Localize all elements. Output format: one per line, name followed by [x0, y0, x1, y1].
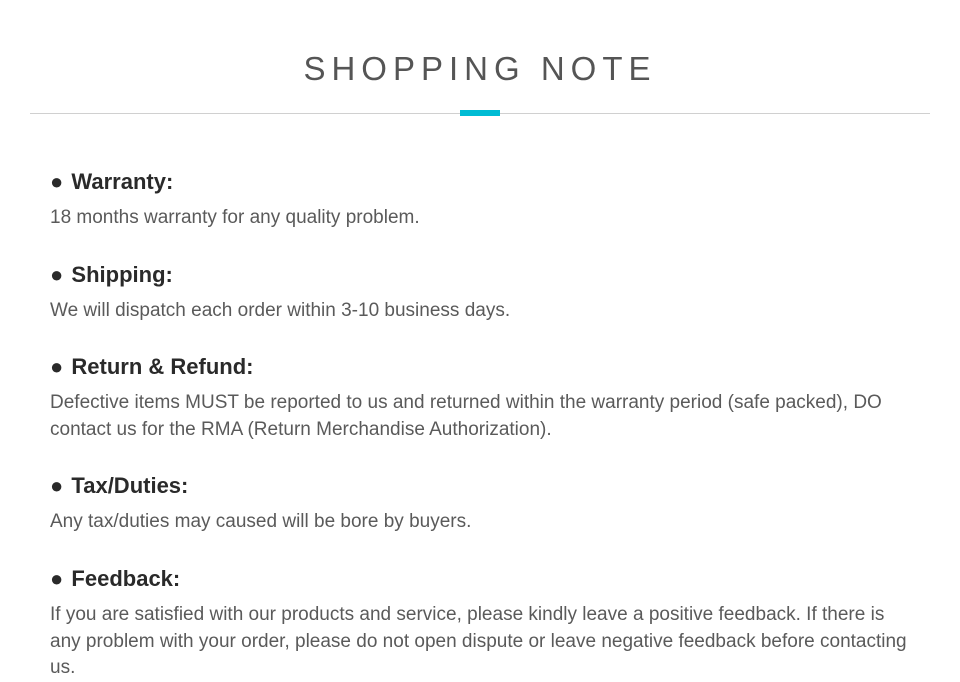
- note-heading: ● Shipping:: [50, 262, 910, 288]
- divider-line: [30, 113, 930, 114]
- note-heading: ● Return & Refund:: [50, 354, 910, 380]
- heading-text: Warranty:: [71, 169, 173, 194]
- header-section: SHOPPING NOTE: [30, 0, 930, 114]
- note-tax-duties: ● Tax/Duties: Any tax/duties may caused …: [50, 473, 910, 536]
- note-heading: ● Feedback:: [50, 566, 910, 592]
- content-area: ● Warranty: 18 months warranty for any q…: [30, 114, 930, 682]
- note-body: 18 months warranty for any quality probl…: [50, 205, 910, 232]
- note-heading: ● Warranty:: [50, 169, 910, 195]
- heading-text: Shipping:: [71, 262, 172, 287]
- bullet-icon: ●: [50, 262, 63, 287]
- note-heading: ● Tax/Duties:: [50, 473, 910, 499]
- note-feedback: ● Feedback: If you are satisfied with ou…: [50, 566, 910, 682]
- note-warranty: ● Warranty: 18 months warranty for any q…: [50, 169, 910, 232]
- note-body: Defective items MUST be reported to us a…: [50, 390, 910, 443]
- note-return-refund: ● Return & Refund: Defective items MUST …: [50, 354, 910, 443]
- bullet-icon: ●: [50, 473, 63, 498]
- page-title: SHOPPING NOTE: [30, 50, 930, 88]
- accent-bar: [460, 110, 500, 116]
- note-body: Any tax/duties may caused will be bore b…: [50, 509, 910, 536]
- heading-text: Feedback:: [71, 566, 180, 591]
- note-body: We will dispatch each order within 3-10 …: [50, 298, 910, 325]
- bullet-icon: ●: [50, 354, 63, 379]
- note-shipping: ● Shipping: We will dispatch each order …: [50, 262, 910, 325]
- bullet-icon: ●: [50, 566, 63, 591]
- heading-text: Return & Refund:: [71, 354, 253, 379]
- heading-text: Tax/Duties:: [71, 473, 188, 498]
- bullet-icon: ●: [50, 169, 63, 194]
